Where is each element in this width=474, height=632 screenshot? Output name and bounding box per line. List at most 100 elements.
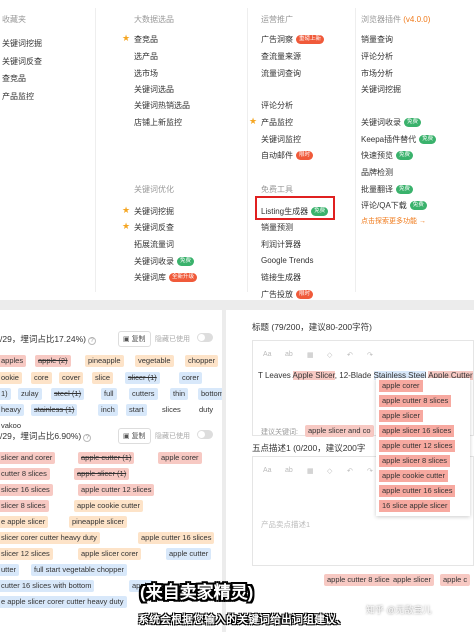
menu-item-keyword-reverse[interactable]: ★ 关键词反查 [122, 221, 174, 233]
suggestion-item[interactable]: apple cookie cutter [379, 470, 448, 482]
copy-icon[interactable]: ▦ [307, 351, 314, 359]
undo-icon[interactable]: ↶ [347, 351, 353, 359]
menu-item-link-generator[interactable]: 链接生成器 [261, 272, 301, 283]
menu-item-profit-calculator[interactable]: 利润计算器 [261, 239, 301, 250]
keyword-chip[interactable]: slicer 12 slices [0, 548, 53, 560]
plugin-item-quick-preview[interactable]: 快速预览 免费 [361, 150, 414, 161]
keyword-chip[interactable]: cutter 8 slices [0, 468, 50, 480]
keyword-chip[interactable]: duty [196, 404, 216, 416]
menu-item-keyword-mining[interactable]: ★ 关键词挖掘 [122, 205, 174, 217]
plugin-item-keyword-index[interactable]: 关键词收录 免费 [361, 117, 422, 128]
keyword-chip[interactable]: apple corer [158, 452, 202, 464]
keyword-chip[interactable]: stainless (1) [31, 404, 78, 416]
font-size-icon[interactable]: Aa [263, 351, 272, 358]
favorite-item-product-monitor[interactable]: 产品监控 [2, 91, 34, 102]
menu-item-keyword-library[interactable]: 关键词库 全新升级 [134, 272, 198, 283]
suggestion-item[interactable]: apple cutter 8 slices [379, 395, 452, 407]
suggestion-item[interactable]: apple cutter 16 slices [379, 485, 456, 497]
favorite-item-competitor[interactable]: 查竞品 [2, 73, 26, 84]
menu-item-hot-keyword-selection[interactable]: 关键词热销选品 [134, 100, 190, 111]
menu-item-ad-insight[interactable]: 广告洞察 重磅上新 [261, 34, 325, 45]
suggestion-item[interactable]: apple slicer 16 slices [379, 425, 455, 437]
keyword-chip[interactable]: corer [179, 372, 203, 384]
keyword-chip[interactable]: full [101, 388, 117, 400]
keyword-chip[interactable]: slicer 8 slices [0, 500, 49, 512]
keyword-chip[interactable]: full start vegetable chopper [31, 564, 128, 576]
copy-button[interactable]: ▣ 复制 [118, 428, 151, 444]
menu-item-competitor[interactable]: ★ 查竞品 [122, 33, 158, 45]
keyword-chip[interactable]: core [31, 372, 52, 384]
menu-item-expand-traffic[interactable]: 拓展流量词 [134, 239, 174, 250]
suggestion-item[interactable]: apple slicer 8 slices [379, 455, 451, 467]
keyword-chip[interactable]: pineapple [85, 355, 124, 367]
menu-item-select-market[interactable]: 选市场 [134, 68, 158, 79]
case-icon[interactable]: ab [285, 467, 293, 474]
plugin-item-keyword-mining[interactable]: 关键词挖掘 [361, 84, 401, 95]
redo-icon[interactable]: ↷ [367, 351, 373, 359]
menu-item-review-analysis[interactable]: 评论分析 [261, 100, 293, 111]
plugin-item-brand-check[interactable]: 品牌检测 [361, 167, 393, 178]
keyword-chip[interactable]: apple cutter [166, 548, 212, 560]
keyword-chip[interactable]: heavy [0, 404, 25, 416]
plugin-item-batch-translate[interactable]: 批量翻译 免费 [361, 184, 414, 195]
suggestion-item[interactable]: apple cutter 12 slices [379, 440, 456, 452]
case-icon[interactable]: ab [285, 351, 293, 358]
hide-used-toggle[interactable] [197, 333, 213, 342]
favorite-item-keyword-reverse[interactable]: 关键词反查 [2, 56, 42, 67]
menu-item-auto-email[interactable]: 自动邮件 限时 [261, 150, 314, 161]
keyword-chip[interactable]: thin [170, 388, 189, 400]
keyword-chip[interactable]: slice [92, 372, 114, 384]
menu-item-keyword-selection[interactable]: 关键词选品 [134, 84, 174, 95]
keyword-chip[interactable]: apple cutter 12 slices [78, 484, 155, 496]
plugin-item-keepa[interactable]: Keepa插件替代 免费 [361, 134, 437, 145]
keyword-chip[interactable]: zulay [18, 388, 42, 400]
keyword-chip[interactable]: apple slicer corer [78, 548, 142, 560]
menu-item-keyword-index[interactable]: 关键词收录 免费 [134, 256, 195, 267]
keyword-chip[interactable]: inch [98, 404, 118, 416]
menu-item-store-monitor[interactable]: 店铺上新监控 [134, 117, 182, 128]
menu-item-select-product[interactable]: 选产品 [134, 51, 158, 62]
menu-item-traffic-keyword[interactable]: 流量词查询 [261, 68, 301, 79]
keyword-chip[interactable]: steel (1) [51, 388, 85, 400]
keyword-chip[interactable]: cutters [129, 388, 158, 400]
favorite-item-keyword-mining[interactable]: 关键词挖掘 [2, 38, 42, 49]
keyword-chip[interactable]: apple slicer (1) [74, 468, 130, 480]
keyword-chip[interactable]: vegetable [135, 355, 174, 367]
help-icon[interactable]: ? [83, 434, 92, 442]
keyword-chip[interactable]: apple (2) [35, 355, 71, 367]
keyword-chip[interactable]: apples [0, 355, 27, 367]
keyword-chip[interactable]: cover [59, 372, 84, 384]
keyword-chip[interactable]: start [126, 404, 147, 416]
keyword-chip[interactable]: bottom [198, 388, 222, 400]
copy-button[interactable]: ▣ 复制 [118, 331, 151, 347]
suggest-chip[interactable]: apple slicer and co [305, 425, 374, 437]
clear-icon[interactable]: ◇ [327, 351, 332, 359]
font-size-icon[interactable]: Aa [263, 467, 272, 474]
undo-icon[interactable]: ↶ [347, 467, 353, 475]
keyword-chip[interactable]: slicer (1) [125, 372, 160, 384]
plugin-item-review-download[interactable]: 评论/QA下载 免费 [361, 200, 427, 211]
keyword-chip[interactable]: 1) [0, 388, 11, 400]
keyword-chip[interactable]: e apple slicer [0, 516, 49, 528]
keyword-chip[interactable]: slicer 16 slices [0, 484, 53, 496]
bottom-chip[interactable]: apple c [440, 574, 471, 586]
copy-icon[interactable]: ▦ [307, 467, 314, 475]
plugin-item-sales[interactable]: 销量查询 [361, 34, 393, 45]
plugin-item-market[interactable]: 市场分析 [361, 68, 393, 79]
keyword-chip[interactable]: utter [0, 564, 20, 576]
bottom-chip[interactable]: apple cutter 8 slices [324, 574, 397, 586]
keyword-chip[interactable]: pineapple slicer [69, 516, 128, 528]
menu-item-traffic-source[interactable]: 查流量来源 [261, 51, 301, 62]
keyword-chip[interactable]: chopper [185, 355, 219, 367]
keyword-chip[interactable]: slices [159, 404, 184, 416]
menu-item-sales-forecast[interactable]: 销量预测 [261, 222, 293, 233]
menu-item-keyword-monitor[interactable]: 关键词监控 [261, 134, 301, 145]
suggestion-item[interactable]: apple slicer [379, 410, 423, 422]
keyword-chip[interactable]: apple cookie cutter [74, 500, 143, 512]
menu-item-product-monitor[interactable]: ★ 产品监控 [249, 116, 293, 128]
redo-icon[interactable]: ↷ [367, 467, 373, 475]
menu-item-ad-placement[interactable]: 广告投放 限时 [261, 289, 314, 300]
suggestion-item[interactable]: 16 slice apple slicer [379, 500, 451, 512]
keyword-chip[interactable]: apple cutter (1) [78, 452, 135, 464]
keyword-chip[interactable]: slicer and corer [0, 452, 56, 464]
